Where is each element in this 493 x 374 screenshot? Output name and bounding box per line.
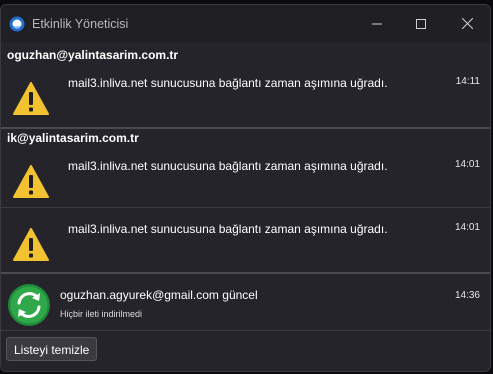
minimize-button[interactable] xyxy=(354,5,400,42)
maximize-button[interactable] xyxy=(398,5,444,42)
activity-time: 14:01 xyxy=(454,222,480,233)
window-title: Etkinlik Yöneticisi xyxy=(32,17,129,31)
activity-item[interactable]: mail3.inliva.net sunucusuna bağlantı zam… xyxy=(1,145,490,208)
activity-message: mail3.inliva.net sunucusuna bağlantı zam… xyxy=(68,159,388,173)
activity-time: 14:36 xyxy=(454,290,480,301)
activity-message: mail3.inliva.net sunucusuna bağlantı zam… xyxy=(68,76,388,90)
account-divider xyxy=(1,127,490,129)
title-bar[interactable]: Etkinlik Yöneticisi xyxy=(1,5,490,42)
activity-item[interactable]: mail3.inliva.net sunucusuna bağlantı zam… xyxy=(1,62,490,125)
activity-message: oguzhan.agyurek@gmail.com güncel xyxy=(60,288,258,302)
activity-list[interactable]: oguzhan@yalintasarim.com.tr mail3.inliva… xyxy=(1,42,490,371)
activity-item[interactable]: mail3.inliva.net sunucusuna bağlantı zam… xyxy=(1,208,490,271)
account-divider xyxy=(1,272,490,274)
activity-time: 14:01 xyxy=(454,159,480,170)
account-header: ik@yalintasarim.com.tr xyxy=(7,131,139,145)
thunderbird-app-icon xyxy=(9,16,25,32)
warning-icon xyxy=(13,82,49,115)
warning-icon xyxy=(13,165,49,198)
activity-manager-window: Etkinlik Yöneticisi oguzhan@yalintasarim… xyxy=(0,4,491,372)
footer-divider xyxy=(1,330,490,331)
account-header: oguzhan@yalintasarim.com.tr xyxy=(7,48,179,62)
maximize-icon xyxy=(416,18,426,29)
warning-icon xyxy=(13,228,49,261)
activity-subtext: Hiçbir ileti indirilmedi xyxy=(60,309,143,319)
sync-icon xyxy=(8,284,50,326)
close-icon xyxy=(461,18,473,29)
activity-item[interactable]: oguzhan.agyurek@gmail.com güncel Hiçbir … xyxy=(1,275,490,330)
activity-time: 14:11 xyxy=(455,76,480,87)
close-button[interactable] xyxy=(444,5,490,42)
clear-list-button[interactable]: Listeyi temizle xyxy=(6,337,98,361)
activity-message: mail3.inliva.net sunucusuna bağlantı zam… xyxy=(68,222,388,236)
minimize-icon xyxy=(372,23,382,24)
